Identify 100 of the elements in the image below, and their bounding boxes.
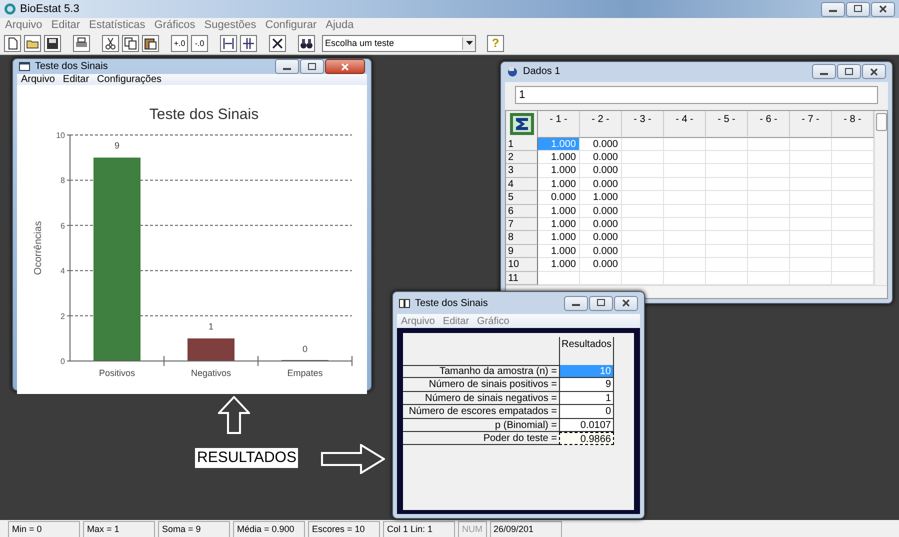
menu-item[interactable]: Gráficos bbox=[154, 19, 196, 31]
table-cell[interactable] bbox=[622, 204, 664, 218]
maximize-button[interactable] bbox=[589, 296, 613, 310]
table-cell[interactable] bbox=[706, 151, 748, 164]
printer-button[interactable] bbox=[73, 34, 90, 52]
table-cell[interactable] bbox=[622, 164, 664, 178]
table-cell[interactable]: 1.000 bbox=[538, 231, 580, 245]
widen-column-button[interactable] bbox=[240, 34, 257, 52]
table-cell[interactable] bbox=[664, 218, 706, 232]
table-cell[interactable] bbox=[706, 138, 748, 152]
folder-button[interactable] bbox=[24, 34, 41, 52]
copy-button[interactable] bbox=[122, 34, 139, 52]
row-header[interactable]: 11 bbox=[506, 272, 538, 285]
table-cell[interactable]: 1.000 bbox=[538, 204, 580, 218]
table-cell[interactable] bbox=[790, 244, 832, 258]
result-value[interactable]: 0.9866 bbox=[559, 432, 614, 446]
close-button[interactable] bbox=[862, 64, 886, 80]
table-cell[interactable] bbox=[748, 244, 790, 258]
table-cell[interactable] bbox=[706, 218, 748, 232]
row-header[interactable]: 9 bbox=[506, 244, 538, 258]
table-cell[interactable]: 0.000 bbox=[580, 204, 622, 218]
table-cell[interactable] bbox=[706, 178, 748, 192]
table-cell[interactable] bbox=[664, 138, 706, 152]
formula-field[interactable]: 1 bbox=[515, 86, 878, 104]
close-button[interactable] bbox=[871, 2, 895, 16]
table-cell[interactable] bbox=[622, 151, 664, 164]
column-header[interactable]: - 4 - bbox=[664, 110, 706, 138]
table-cell[interactable] bbox=[790, 151, 832, 164]
table-cell[interactable] bbox=[748, 164, 790, 178]
table-cell[interactable] bbox=[622, 138, 664, 152]
row-header[interactable]: 2 bbox=[506, 151, 538, 164]
table-cell[interactable] bbox=[622, 231, 664, 245]
table-cell[interactable] bbox=[664, 258, 706, 272]
menu-item[interactable]: Arquivo bbox=[401, 316, 435, 326]
menu-item[interactable]: Arquivo bbox=[21, 74, 55, 85]
table-cell[interactable] bbox=[748, 218, 790, 232]
column-header[interactable]: - 7 - bbox=[790, 110, 832, 138]
vertical-scrollbar[interactable] bbox=[874, 110, 887, 285]
table-cell[interactable] bbox=[790, 138, 832, 152]
table-cell[interactable]: 1.000 bbox=[538, 244, 580, 258]
minimize-button[interactable] bbox=[821, 2, 845, 16]
maximize-button[interactable] bbox=[300, 59, 324, 74]
row-header[interactable]: 4 bbox=[506, 178, 538, 192]
table-cell[interactable] bbox=[706, 231, 748, 245]
row-header[interactable]: 7 bbox=[506, 218, 538, 232]
decimal-button[interactable]: -.0 bbox=[191, 34, 208, 52]
menu-item[interactable]: Configurações bbox=[97, 74, 162, 85]
menu-item[interactable]: Editar bbox=[51, 19, 80, 31]
menu-item[interactable]: Sugestões bbox=[204, 19, 256, 31]
table-cell[interactable] bbox=[790, 258, 832, 272]
table-cell[interactable]: 0.000 bbox=[580, 258, 622, 272]
table-cell[interactable] bbox=[664, 191, 706, 205]
table-cell[interactable] bbox=[790, 191, 832, 205]
table-cell[interactable]: 0.000 bbox=[580, 231, 622, 245]
menu-item[interactable]: Estatísticas bbox=[89, 19, 146, 31]
table-cell[interactable] bbox=[748, 151, 790, 164]
column-header[interactable]: - 1 - bbox=[538, 110, 580, 138]
table-cell[interactable]: 0.000 bbox=[580, 218, 622, 232]
table-cell[interactable] bbox=[748, 191, 790, 205]
table-cell[interactable] bbox=[790, 231, 832, 245]
table-cell[interactable] bbox=[748, 138, 790, 152]
table-cell[interactable]: 0.000 bbox=[538, 191, 580, 205]
row-header[interactable]: 10 bbox=[506, 258, 538, 272]
table-cell[interactable] bbox=[706, 244, 748, 258]
table-cell[interactable] bbox=[706, 258, 748, 272]
maximize-button[interactable] bbox=[846, 2, 870, 16]
table-cell[interactable]: 1.000 bbox=[538, 164, 580, 178]
column-header[interactable]: - 2 - bbox=[580, 110, 622, 138]
row-header[interactable]: 1 bbox=[506, 138, 538, 152]
table-cell[interactable] bbox=[622, 244, 664, 258]
table-cell[interactable] bbox=[706, 164, 748, 178]
menu-item[interactable]: Ajuda bbox=[326, 19, 354, 31]
table-cell[interactable]: 0.000 bbox=[580, 164, 622, 178]
narrow-column-button[interactable] bbox=[220, 34, 237, 52]
table-cell[interactable]: 1.000 bbox=[538, 151, 580, 164]
column-header[interactable]: - 3 - bbox=[622, 110, 664, 138]
table-cell[interactable] bbox=[790, 218, 832, 232]
menu-item[interactable]: Configurar bbox=[265, 19, 317, 31]
table-cell[interactable] bbox=[664, 151, 706, 164]
result-value[interactable]: 9 bbox=[559, 378, 614, 392]
table-cell[interactable] bbox=[706, 191, 748, 205]
paste-button[interactable] bbox=[142, 34, 159, 52]
table-cell[interactable]: 0.000 bbox=[580, 178, 622, 192]
table-cell[interactable] bbox=[748, 231, 790, 245]
table-cell[interactable] bbox=[790, 178, 832, 192]
decimal-button[interactable]: +.0 bbox=[171, 34, 188, 52]
table-cell[interactable]: 1.000 bbox=[538, 178, 580, 192]
row-header[interactable]: 8 bbox=[506, 231, 538, 245]
result-value[interactable]: 1 bbox=[559, 392, 614, 406]
table-cell[interactable] bbox=[622, 178, 664, 192]
row-header[interactable]: 3 bbox=[506, 164, 538, 178]
table-cell[interactable] bbox=[664, 204, 706, 218]
table-cell[interactable]: 0.000 bbox=[580, 244, 622, 258]
table-cell[interactable]: 1.000 bbox=[580, 191, 622, 205]
table-cell[interactable] bbox=[748, 258, 790, 272]
column-header[interactable]: - 8 - bbox=[832, 110, 874, 138]
column-header[interactable]: - 5 - bbox=[706, 110, 748, 138]
new-file-button[interactable] bbox=[4, 34, 21, 52]
table-cell[interactable] bbox=[748, 204, 790, 218]
menu-item[interactable]: Editar bbox=[442, 316, 470, 326]
